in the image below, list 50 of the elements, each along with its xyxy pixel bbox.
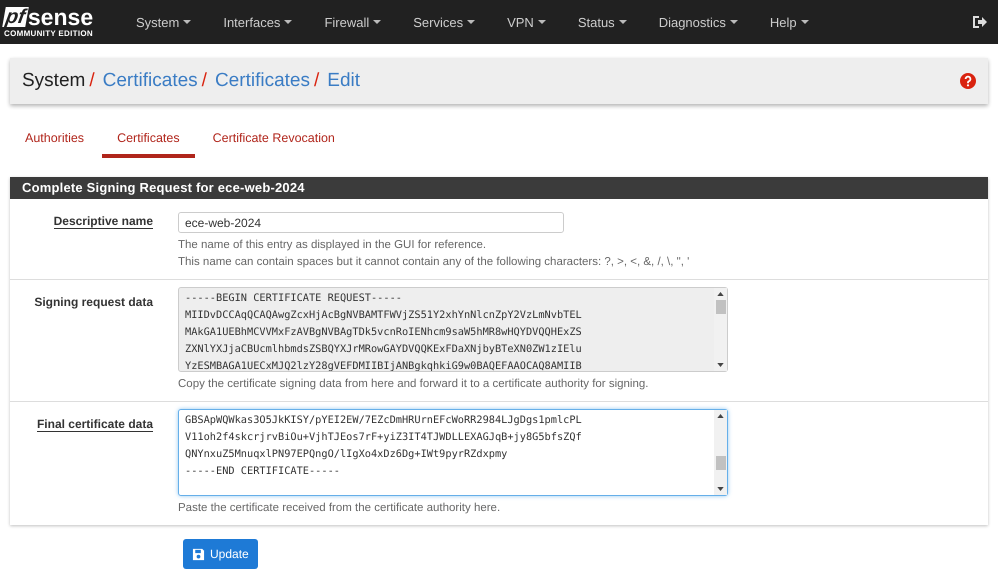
- caret-icon: [373, 20, 382, 24]
- caret-icon: [730, 20, 738, 24]
- caret-icon: [467, 20, 476, 24]
- scroll-up-icon[interactable]: [717, 414, 724, 418]
- breadcrumb-separator: /: [314, 70, 320, 92]
- nav-menu-item[interactable]: Help: [754, 14, 825, 30]
- update-button[interactable]: Update: [183, 539, 258, 569]
- field-label: Final certificate data: [36, 417, 153, 432]
- certificate-text-area[interactable]: -----BEGIN CERTIFICATE REQUEST----- MIIDvDCCAqQCAQAwgZcxHjAcBgNVBAMTFWVjZS51Y2xhYnNlcnZpY2VzLmNvbTEL MAkGA1UEBhMCVVMxFzAVBgNVBAgTDk5vcnRoIENhcm9saW5hMR8wHQYDVQQHExZS ZXNlYXJjaCBUcmlhbmdsZSBQYXJrMRowGAYDVQQKExFDaXNjbyBTeXN0ZW1zIElu YzESMBAGA1UECxMJQ2lzY28gVEFDMIIBIjANBgkqhkiG9w0BAQEFAAOCAQ8AMIIB: [178, 287, 728, 372]
- panel-heading: Complete Signing Request for ece-web-2024: [10, 177, 988, 199]
- nav-menu-item[interactable]: VPN: [491, 14, 562, 30]
- scroll-down-icon[interactable]: [717, 487, 724, 491]
- help-text: This name can contain spaces but it cannot contain any of the following characters: ?, >, <, &, /, \, ", ': [178, 255, 690, 270]
- caret-icon: [284, 20, 292, 24]
- field-label: Descriptive name: [54, 214, 153, 229]
- help-text: Copy the certificate signing data from here and forward it to a certificate authority for signing.: [178, 377, 650, 392]
- breadcrumb-link[interactable]: Certificates: [102, 70, 198, 92]
- certificate-text-area[interactable]: GBSApWQWkas3O5JkKISY/pYEI2EW/7EZcDmHRUrnEFcWoRR2984LJgDgs1pmlcPL V11oh2f4skcrjrvBiOu+VjhTJEos7rF+yiZ3IT4TJWDLLEXAGJqB+jy8G5bfsZQf QNYnxuZ5MnuqxlPN97EPQngO/lIgXo4xDz6Dg+IWt9pyrRZdxpmy -----END CERTIFICATE-----: [178, 409, 728, 496]
- caret-icon: [800, 20, 809, 24]
- tab[interactable]: Certificates: [102, 124, 195, 158]
- scroll-down-icon[interactable]: [717, 363, 724, 367]
- scrollbar[interactable]: [714, 410, 727, 495]
- scroll-up-icon[interactable]: [717, 292, 724, 296]
- caret-icon: [618, 20, 627, 24]
- nav-menu-item[interactable]: Status: [562, 14, 643, 30]
- nav-menu-item[interactable]: System: [120, 14, 208, 30]
- logout-icon[interactable]: [972, 15, 988, 29]
- name-input-field[interactable]: ece-web-2024: [178, 212, 564, 233]
- scrollbar-thumb[interactable]: [716, 456, 726, 470]
- help-text: The name of this entry as displayed in the GUI for reference.: [178, 238, 488, 253]
- nav-menu-item[interactable]: Interfaces: [207, 14, 308, 30]
- nav-menu-item[interactable]: Services: [397, 14, 492, 30]
- help-text: Paste the certificate received from the certificate authority here.: [178, 501, 502, 516]
- page-title: System: [22, 70, 86, 92]
- nav-menu-item[interactable]: Firewall: [308, 14, 398, 30]
- breadcrumb-link[interactable]: Certificates: [214, 70, 310, 92]
- logo[interactable]: pfsense COMMUNITY EDITION: [4, 6, 112, 38]
- tab[interactable]: Authorities: [10, 124, 100, 158]
- save-icon: [192, 548, 205, 560]
- field-label: Signing request data: [34, 295, 153, 309]
- scrollbar-thumb[interactable]: [716, 300, 726, 314]
- breadcrumb-link[interactable]: Edit: [327, 70, 360, 92]
- tab[interactable]: Certificate Revocation: [198, 124, 350, 158]
- breadcrumb-separator: /: [202, 70, 207, 92]
- caret-icon: [538, 20, 546, 24]
- scrollbar[interactable]: [714, 288, 727, 371]
- breadcrumb-separator: /: [89, 70, 95, 92]
- nav-menu-item[interactable]: Diagnostics: [642, 14, 754, 30]
- help-icon[interactable]: [960, 73, 976, 89]
- caret-icon: [183, 20, 192, 24]
